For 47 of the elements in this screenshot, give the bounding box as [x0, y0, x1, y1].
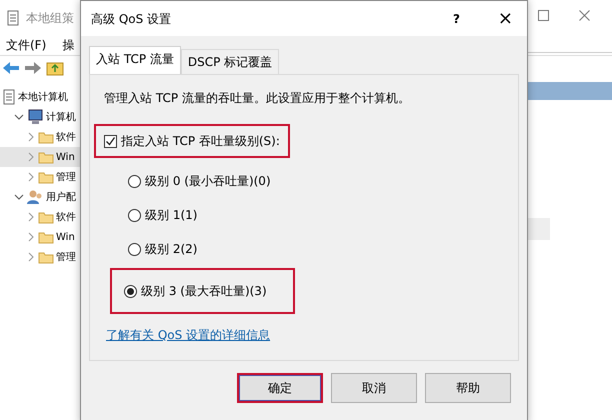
menu-item[interactable]: 文件(F) — [6, 36, 46, 54]
tree-item[interactable]: Win — [56, 230, 75, 244]
folder-icon — [38, 250, 54, 264]
tree-item[interactable]: 管理 — [56, 170, 76, 184]
close-icon[interactable] — [579, 10, 590, 21]
dialog-button[interactable]: 确定 — [237, 373, 323, 403]
tree-item[interactable]: 用户配 — [46, 190, 76, 204]
folder-icon — [38, 170, 54, 184]
document-icon — [6, 10, 20, 26]
tree-item[interactable]: 软件 — [56, 210, 76, 224]
close-button[interactable]: × — [498, 5, 513, 32]
description-text: 管理入站 TCP 流量的吞吐量。此设置应用于整个计算机。 — [104, 90, 411, 107]
dialog-title: 高级 QoS 设置 — [91, 10, 172, 28]
help-button[interactable]: ? — [452, 10, 460, 28]
checkbox[interactable] — [104, 134, 117, 148]
radio-button[interactable] — [128, 174, 141, 188]
tree-item[interactable]: 计算机 — [46, 110, 76, 124]
dialog-button[interactable]: 帮助 — [425, 373, 511, 403]
checkbox-label: 指定入站 TCP 吞吐量级别(S): — [121, 133, 280, 150]
users-icon — [26, 189, 44, 205]
tree-item[interactable]: Win — [56, 150, 75, 164]
radio-label: 级别 2(2) — [145, 241, 198, 258]
folder-up-icon — [46, 60, 64, 76]
help-link[interactable]: 了解有关 QoS 设置的详细信息 — [106, 326, 270, 344]
radio-label: 级别 0 (最小吞吐量)(0) — [145, 173, 271, 190]
tab[interactable]: DSCP 标记覆盖 — [180, 49, 280, 74]
checkmark-icon — [105, 136, 116, 146]
dialog-button[interactable]: 取消 — [331, 373, 417, 403]
back-icon — [2, 60, 20, 74]
radio-button[interactable] — [128, 208, 141, 222]
menu-item[interactable]: 操 — [62, 36, 74, 54]
radio-button[interactable] — [128, 242, 141, 256]
radio-label: 级别 1(1) — [145, 207, 198, 224]
tab[interactable]: 入站 TCP 流量 — [89, 46, 181, 74]
computer-icon — [26, 109, 44, 125]
folder-icon — [38, 130, 54, 144]
tree-item[interactable]: 软件 — [56, 130, 76, 144]
folder-icon — [38, 210, 54, 224]
tree-item[interactable]: 本地计算机 — [18, 90, 68, 104]
radio-label: 级别 3 (最大吞吐量)(3) — [141, 283, 267, 300]
radio-button[interactable] — [124, 284, 137, 298]
folder-icon — [38, 150, 54, 164]
tree-item[interactable]: 管理 — [56, 250, 76, 264]
window-title: 本地组策 — [26, 10, 74, 26]
folder-icon — [38, 230, 54, 244]
forward-icon — [24, 60, 42, 74]
maximize-icon[interactable] — [538, 10, 549, 21]
